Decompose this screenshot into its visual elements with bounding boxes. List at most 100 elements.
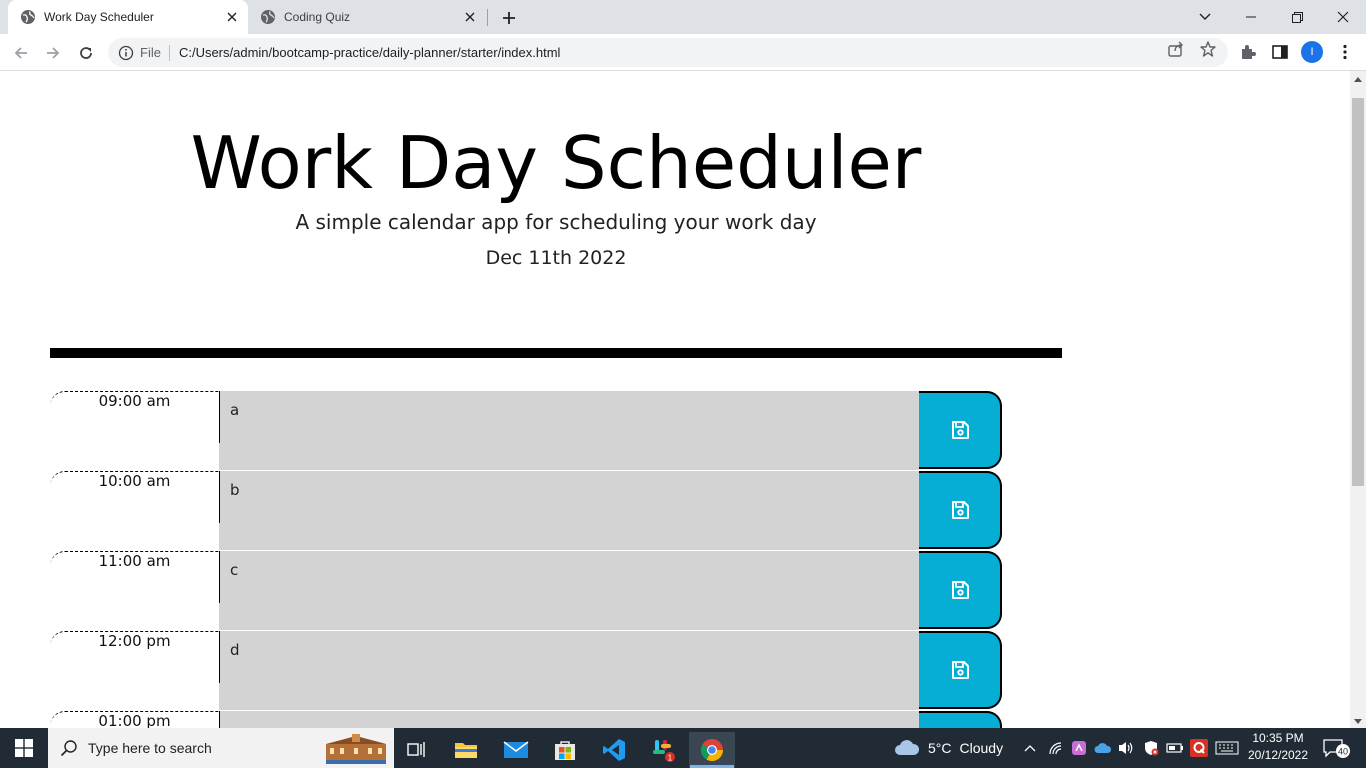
share-icon[interactable] — [1167, 40, 1185, 58]
task-view-button[interactable] — [394, 732, 440, 768]
weather-widget[interactable]: 5°C Cloudy — [894, 728, 1003, 768]
floppy-disk-icon — [951, 501, 969, 519]
extensions-puzzle-icon[interactable] — [1239, 43, 1257, 61]
event-description-input[interactable]: d — [219, 631, 919, 710]
event-description-input[interactable]: c — [219, 551, 919, 630]
start-button[interactable] — [0, 728, 48, 768]
tab-coding-quiz[interactable]: Coding Quiz — [248, 0, 486, 34]
browser-toolbar: File C:/Users/admin/bootcamp-practice/da… — [0, 34, 1366, 71]
page-viewport: Work Day Scheduler A simple calendar app… — [0, 71, 1350, 728]
search-placeholder: Type here to search — [88, 740, 212, 756]
close-tab-icon[interactable] — [224, 9, 240, 25]
network-icon[interactable] — [1047, 739, 1065, 757]
vscode-button[interactable] — [591, 732, 637, 768]
url-scheme-label: File — [140, 45, 161, 60]
slack-icon: 1 — [653, 740, 675, 763]
time-block-row: 09:00 am a — [50, 391, 1002, 471]
tab-separator — [487, 9, 488, 26]
event-description-input[interactable]: a — [219, 391, 919, 470]
save-button[interactable] — [919, 471, 1002, 549]
hour-divider — [219, 551, 220, 603]
save-button[interactable] — [919, 551, 1002, 629]
cloud-icon — [894, 739, 920, 757]
tab-title: Coding Quiz — [284, 10, 351, 24]
address-bar[interactable]: File C:/Users/admin/bootcamp-practice/da… — [108, 38, 1228, 67]
hour-label: 10:00 am — [50, 471, 219, 551]
new-tab-button[interactable] — [498, 7, 520, 29]
hour-label: 12:00 pm — [50, 631, 219, 711]
close-window-button[interactable] — [1320, 0, 1366, 34]
time-block-row: 10:00 am b — [50, 471, 1002, 551]
chrome-icon — [701, 739, 723, 761]
time-block-row: 01:00 pm — [50, 711, 1002, 728]
hour-divider — [219, 391, 220, 443]
side-panel-icon[interactable] — [1271, 43, 1289, 61]
floppy-disk-icon — [951, 581, 969, 599]
minimize-button[interactable] — [1228, 0, 1274, 34]
slack-badge: 1 — [668, 754, 673, 763]
mail-button[interactable] — [493, 732, 539, 768]
hour-divider — [219, 711, 220, 728]
event-description-input[interactable]: b — [219, 471, 919, 550]
url-divider — [168, 44, 170, 61]
scroll-up-arrow-icon[interactable] — [1354, 77, 1362, 82]
back-button[interactable] — [9, 41, 33, 65]
chrome-taskbar-button[interactable] — [689, 732, 735, 768]
tab-title: Work Day Scheduler — [44, 10, 154, 24]
volume-icon[interactable] — [1117, 739, 1135, 757]
security-shield-icon[interactable] — [1142, 739, 1160, 757]
clock-date: 20/12/2022 — [1247, 748, 1309, 762]
url-text[interactable]: C:/Users/admin/bootcamp-practice/daily-p… — [179, 45, 561, 60]
save-button[interactable] — [919, 391, 1002, 469]
reload-button[interactable] — [74, 41, 98, 65]
scroll-down-arrow-icon[interactable] — [1354, 719, 1362, 724]
search-highlight-image — [324, 732, 388, 764]
event-description-input[interactable] — [219, 711, 919, 728]
chrome-menu-icon[interactable] — [1336, 43, 1354, 61]
save-button[interactable] — [919, 711, 1002, 728]
hour-label: 01:00 pm — [50, 711, 219, 728]
hour-divider — [219, 471, 220, 523]
restore-button[interactable] — [1274, 0, 1320, 34]
hour-label: 09:00 am — [50, 391, 219, 471]
hour-label: 11:00 am — [50, 551, 219, 631]
app-tray-icon[interactable] — [1070, 739, 1088, 757]
weather-condition: Cloudy — [959, 740, 1004, 756]
store-bag-icon — [555, 741, 575, 760]
chevron-up-icon[interactable] — [1021, 739, 1039, 757]
battery-icon[interactable] — [1166, 739, 1184, 757]
forward-button[interactable] — [41, 41, 65, 65]
page-scrollbar[interactable] — [1350, 71, 1366, 728]
scrollbar-thumb[interactable] — [1352, 98, 1364, 486]
folder-icon — [455, 743, 477, 758]
profile-avatar[interactable]: I — [1301, 41, 1323, 63]
globe-icon — [20, 9, 36, 25]
microsoft-store-button[interactable] — [542, 732, 588, 768]
onedrive-icon[interactable] — [1094, 739, 1112, 757]
windows-logo-icon — [15, 739, 33, 757]
windows-taskbar: Type here to search 1 5°C Cloudy 10:35 P… — [0, 728, 1366, 768]
time-block-row: 12:00 pm d — [50, 631, 1002, 711]
tab-work-day-scheduler[interactable]: Work Day Scheduler — [8, 0, 248, 34]
current-day: Dec 11th 2022 — [485, 247, 627, 269]
notification-icon: 40 — [1323, 739, 1350, 758]
bookmark-star-icon[interactable] — [1199, 40, 1217, 58]
notification-center-button[interactable]: 40 — [1322, 737, 1352, 759]
taskbar-search-box[interactable]: Type here to search — [48, 728, 394, 768]
system-clock[interactable]: 10:35 PM 20/12/2022 — [1242, 730, 1314, 764]
hour-divider — [219, 631, 220, 683]
slack-button[interactable]: 1 — [640, 732, 686, 768]
file-explorer-button[interactable] — [443, 732, 489, 768]
clock-time: 10:35 PM — [1252, 731, 1304, 745]
notification-count: 40 — [1338, 747, 1348, 757]
q-app-icon[interactable] — [1190, 739, 1208, 757]
floppy-disk-icon — [951, 421, 969, 439]
tab-search-button[interactable] — [1182, 0, 1228, 34]
keyboard-icon[interactable] — [1215, 739, 1239, 757]
save-button[interactable] — [919, 631, 1002, 709]
floppy-disk-icon — [951, 661, 969, 679]
site-info-icon[interactable] — [118, 45, 134, 61]
globe-icon — [260, 9, 276, 25]
close-tab-icon[interactable] — [462, 9, 478, 25]
header-divider — [50, 348, 1062, 358]
